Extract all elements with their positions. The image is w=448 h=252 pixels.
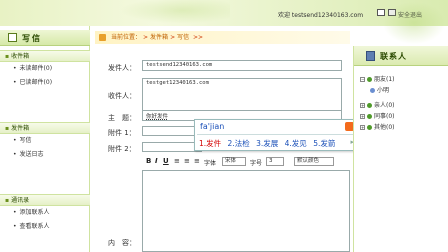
ime-candidate[interactable]: 3.发展	[256, 139, 278, 148]
write-icon	[8, 33, 17, 42]
tree-node-friends[interactable]: − 朋友(1)	[360, 74, 395, 84]
tree-node-contact[interactable]: 小明	[370, 85, 389, 95]
ime-candidates: 1.发件 2.法检 3.发展 4.发见 5.发箭	[199, 138, 339, 149]
sidebar-section-contacts: ▪ 通讯录 • 添加联系人 • 查看联系人	[0, 194, 90, 234]
sender-field[interactable]: testsend12340163.com	[142, 60, 342, 71]
attachment-2-label: 附件 2：	[108, 145, 136, 153]
sidebar-item-compose[interactable]: • 写信	[0, 134, 90, 148]
attachment-1-label: 附件 1：	[108, 129, 136, 137]
sidebar-section-inbox: ▪ 收件箱 • 未读邮件(0) • 已读邮件(0)	[0, 50, 90, 90]
font-label: 字体	[204, 160, 217, 167]
ime-candidate-window[interactable]: fa'jian 1.发件 2.法检 3.发展 4.发见 5.发箭 ▸	[194, 119, 358, 151]
breadcrumb-compose[interactable]: 写信	[177, 34, 189, 41]
sidebar-item-add-contact[interactable]: • 添加联系人	[0, 206, 90, 220]
attachment-2-input[interactable]	[142, 142, 202, 152]
attachment-1-input[interactable]	[142, 126, 202, 136]
ime-candidate[interactable]: 2.法检	[228, 139, 250, 148]
align-left-icon[interactable]: ≡	[174, 157, 180, 165]
sidebar-section-title[interactable]: ▪ 通讯录	[0, 194, 90, 206]
align-right-icon[interactable]: ≡	[194, 157, 200, 165]
font-select[interactable]: 宋体	[222, 157, 246, 166]
recipient-label: 收件人：	[108, 92, 136, 100]
contacts-title: 联系人	[380, 52, 407, 61]
banner-decoration	[110, 0, 230, 26]
welcome-text: 欢迎 testsend12340163.com	[278, 12, 364, 19]
sidebar-section-outbox: ▪ 发件箱 • 写信 • 发送日志	[0, 122, 90, 162]
home-icon	[99, 34, 106, 41]
sidebar-header[interactable]: 写信	[0, 30, 90, 46]
contacts-panel: 联系人 − 朋友(1) 小明 + 亲人(0) + 同事(0) + 其他(0)	[353, 46, 448, 252]
italic-button[interactable]: I	[155, 157, 158, 165]
subject-label: 主 题：	[108, 114, 136, 122]
color-select[interactable]: 默认颜色	[294, 157, 334, 166]
size-label: 字号	[250, 160, 263, 167]
sidebar-item-send-log[interactable]: • 发送日志	[0, 148, 90, 162]
ime-candidate[interactable]: 1.发件	[199, 139, 221, 148]
bold-button[interactable]: B	[146, 157, 151, 165]
tree-node-family[interactable]: + 亲人(0)	[360, 100, 395, 110]
body-label: 内 容：	[108, 239, 136, 247]
sidebar-section-title[interactable]: ▪ 发件箱	[0, 122, 90, 134]
sidebar-title: 写信	[22, 34, 42, 43]
editor-toolbar: B I U ≡ ≡ ≡ 字体 宋体 字号 3 默认颜色	[142, 157, 350, 168]
breadcrumb: 当前位置： > 发件箱 > 写信 >>	[95, 31, 350, 44]
sidebar-item-view-contacts[interactable]: • 查看联系人	[0, 220, 90, 234]
tree-node-others[interactable]: + 其他(0)	[360, 122, 395, 132]
body-editor[interactable]	[142, 170, 350, 252]
recipient-field[interactable]: testget12340163.com	[142, 78, 342, 111]
ime-candidate[interactable]: 4.发见	[285, 139, 307, 148]
sidebar-item-unread[interactable]: • 未读邮件(0)	[0, 62, 90, 76]
banner-decoration	[380, 0, 448, 46]
ime-pinyin: fa'jian	[200, 122, 225, 131]
sender-label: 发件人：	[108, 64, 136, 72]
address-book-icon	[366, 51, 375, 61]
breadcrumb-outbox[interactable]: 发件箱	[150, 34, 168, 41]
ime-divider	[197, 134, 355, 135]
underline-button[interactable]: U	[163, 157, 169, 165]
align-center-icon[interactable]: ≡	[184, 157, 190, 165]
size-select[interactable]: 3	[266, 157, 284, 166]
sidebar-section-title[interactable]: ▪ 收件箱	[0, 50, 90, 62]
contacts-header: 联系人	[354, 46, 448, 66]
tree-node-colleagues[interactable]: + 同事(0)	[360, 111, 395, 121]
sidebar-item-read[interactable]: • 已读邮件(0)	[0, 76, 90, 90]
ime-candidate[interactable]: 5.发箭	[313, 139, 335, 148]
